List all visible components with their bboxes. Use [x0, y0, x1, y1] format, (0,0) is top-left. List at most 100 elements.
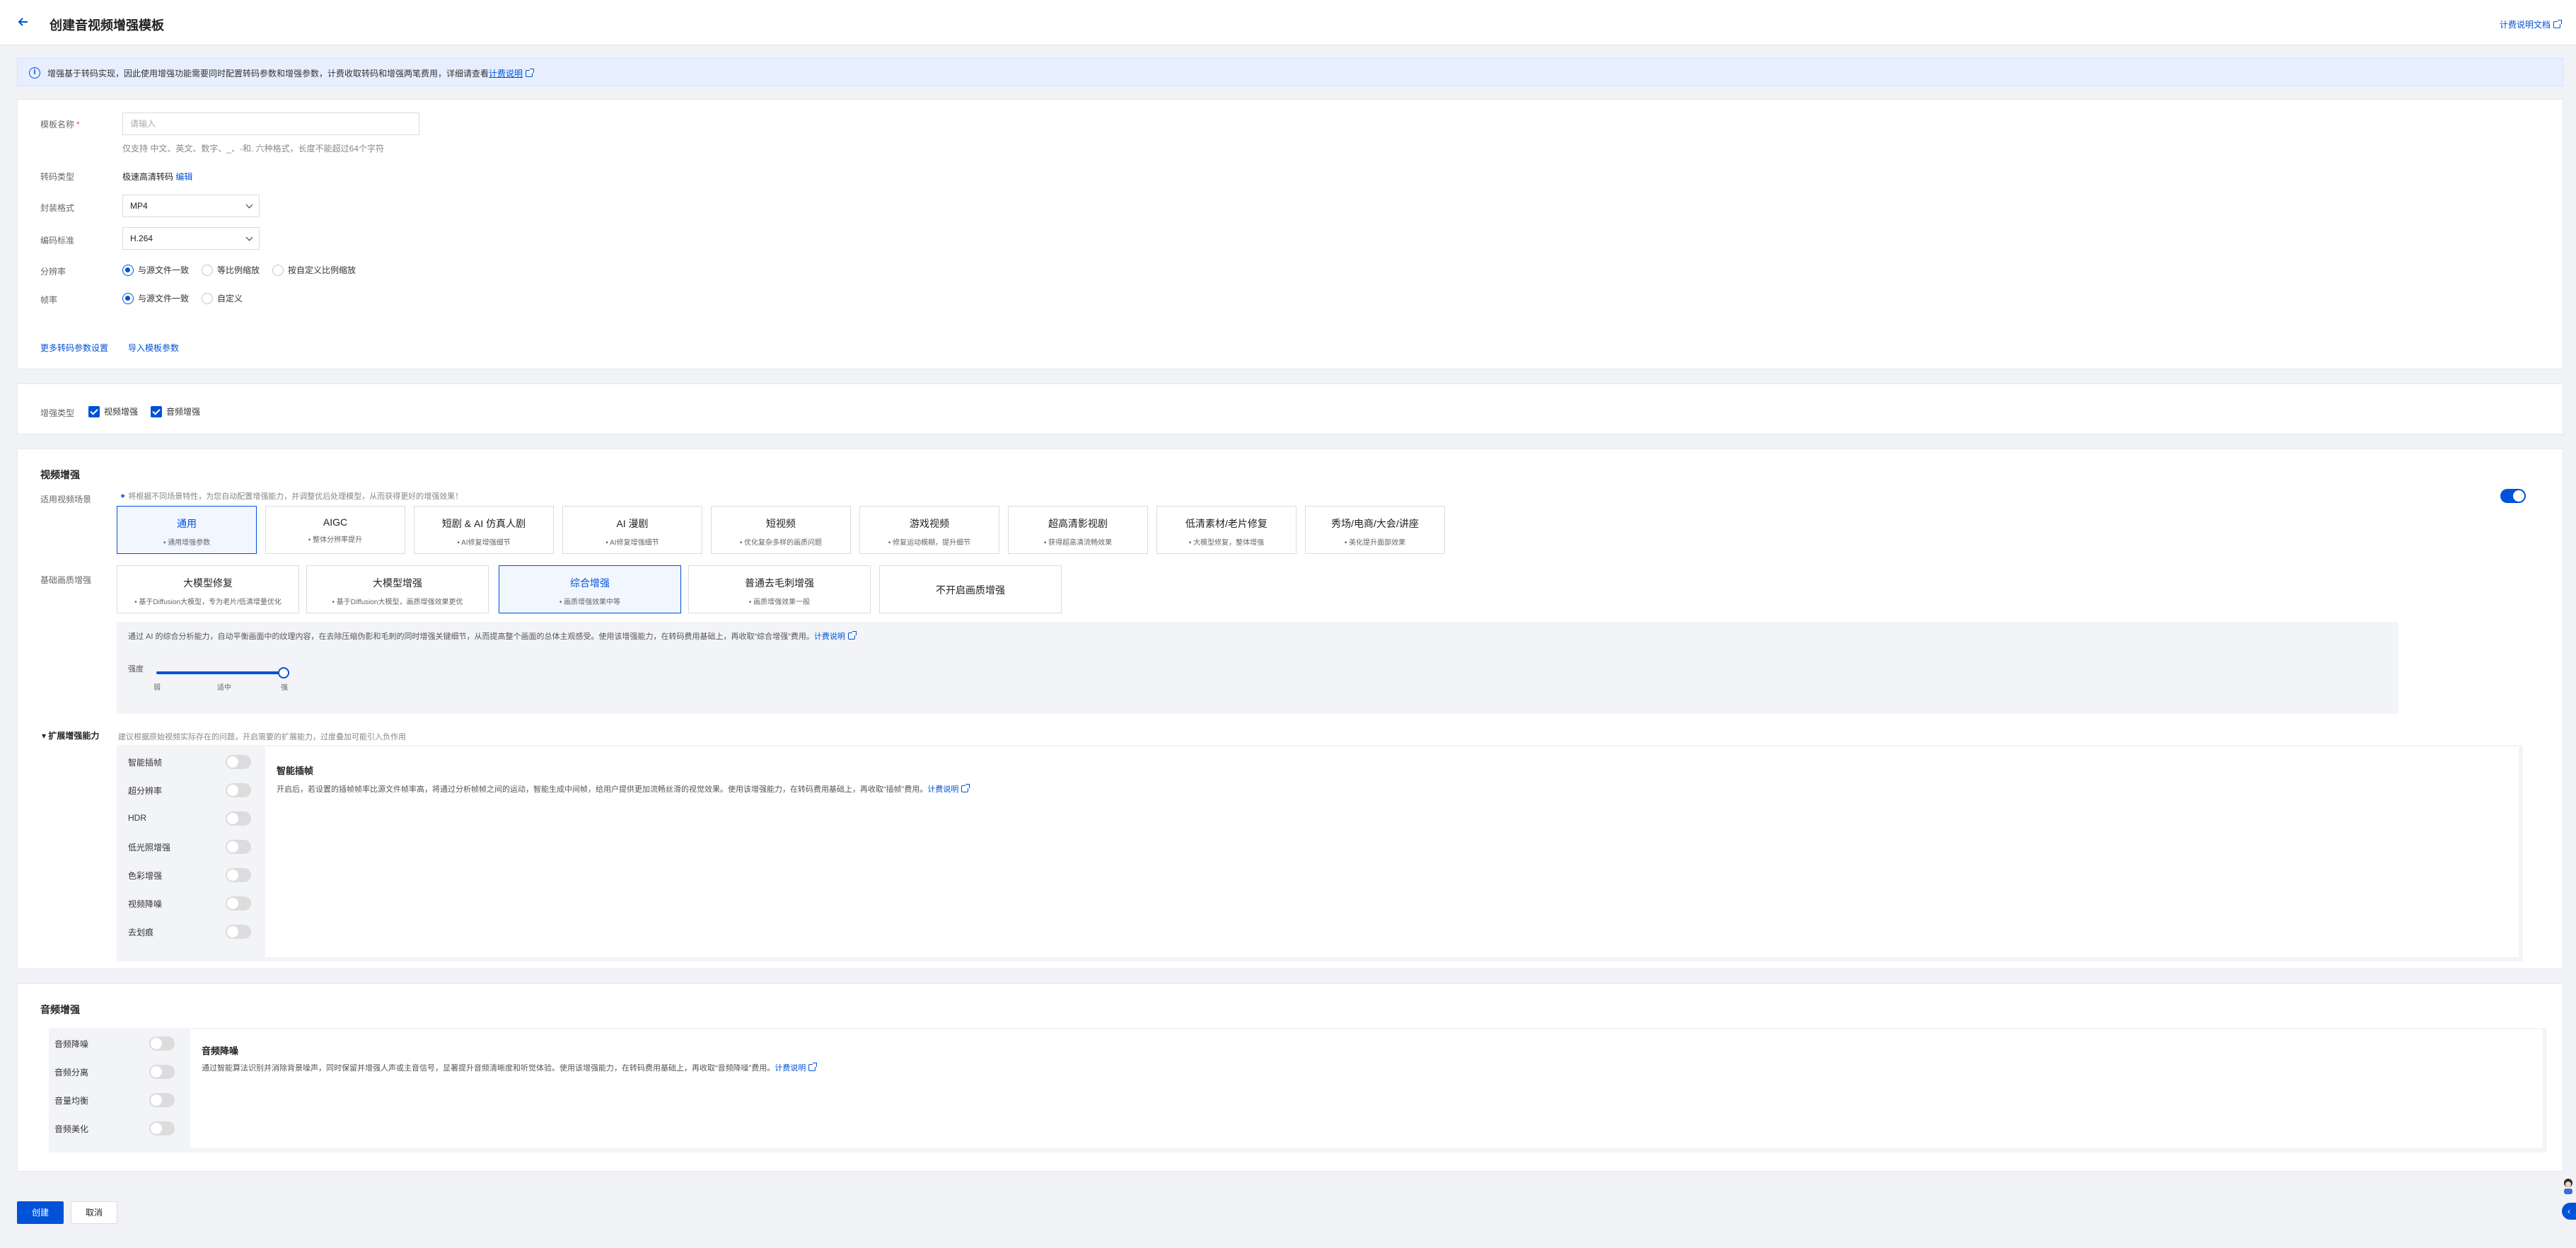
more-transcode-settings-link[interactable]: 更多转码参数设置	[40, 342, 108, 354]
scene-card-show[interactable]: 秀场/电商/大会/讲座 • 美化提升面部效果	[1305, 506, 1445, 554]
scene-desc: • 通用增强参数	[163, 539, 211, 547]
quality-card-deburr[interactable]: 普通去毛刺增强 • 画质增强效果一般	[688, 565, 871, 613]
scene-desc-text: 美化提升面部效果	[1349, 539, 1406, 547]
scene-card-general[interactable]: 通用 • 通用增强参数	[117, 506, 257, 554]
enhance-type-label: 增强类型	[40, 408, 75, 418]
ext-item-frame-interp: 智能插帧	[128, 758, 163, 768]
radio-label: 与源文件一致	[138, 265, 190, 275]
audio-item-beautify: 音频美化	[54, 1124, 89, 1134]
quality-card-off[interactable]: 不开启画质增强	[879, 565, 1062, 613]
collapse-side-panel-icon[interactable]: ‹	[2562, 1203, 2576, 1220]
cancel-button[interactable]: 取消	[71, 1201, 117, 1224]
framerate-option[interactable]: 自定义	[202, 292, 243, 304]
checkbox-checked-icon	[151, 405, 163, 417]
checkbox-checked-icon	[88, 405, 100, 417]
resolution-option[interactable]: 等比例缩放	[202, 264, 260, 276]
audio-toggle-balance[interactable]	[149, 1093, 175, 1107]
audio-detail-desc: 通过智能算法识别并消除背景噪声，同时保留并增强人声或主音信号，显著提升音频清晰度…	[202, 1064, 775, 1073]
audio-toggle-denoise[interactable]	[149, 1036, 175, 1051]
scene-name: 游戏视频	[910, 518, 949, 529]
scene-card-short-video[interactable]: 短视频 • 优化复杂多样的画质问题	[711, 506, 851, 554]
ext-item-low-light: 低光照增强	[128, 843, 171, 853]
quality-card-llm-enhance[interactable]: 大模型增强 • 基于Diffusion大模型，画质增强效果更优	[306, 565, 489, 613]
transcode-type-text: 极速高清转码	[122, 172, 174, 182]
scene-card-uhd[interactable]: 超高清影视剧 • 获得超高清流畅效果	[1008, 506, 1148, 554]
scene-card-short-drama[interactable]: 短剧 & AI 仿真人剧 • AI修复增强细节	[414, 506, 554, 554]
scene-card-game[interactable]: 游戏视频 • 修复运动模糊，提升细节	[859, 506, 999, 554]
quality-desc: • 基于Diffusion大模型，画质增强效果更优	[332, 599, 463, 606]
external-link-icon	[2553, 20, 2562, 28]
scene-desc: • 修复运动模糊，提升细节	[888, 539, 971, 547]
strength-slider-knob[interactable]	[278, 667, 289, 678]
transcode-type-value: 极速高清转码 编辑	[122, 171, 192, 183]
transcode-edit-link[interactable]: 编辑	[175, 172, 192, 182]
external-link-icon	[808, 1063, 818, 1071]
audio-toggle-beautify[interactable]	[149, 1121, 175, 1136]
scene-card-restore[interactable]: 低清素材/老片修复 • 大模型修复，整体增强	[1156, 506, 1296, 554]
quality-card-comprehensive[interactable]: 综合增强 • 画质增强效果中等	[499, 565, 681, 613]
radio-selected-icon	[122, 292, 134, 304]
resolution-option[interactable]: 与源文件一致	[122, 264, 189, 276]
scene-name: AIGC	[323, 516, 348, 528]
banner-billing-link[interactable]: 计费说明	[489, 69, 523, 79]
ext-title-text: 扩展增强能力	[48, 731, 100, 741]
quality-desc-text: 画质增强效果一般	[753, 599, 811, 606]
ext-billing-link[interactable]: 计费说明	[927, 785, 958, 794]
ext-title: ▾ 扩展增强能力	[42, 729, 99, 741]
chevron-down-icon	[245, 233, 253, 241]
scene-desc-text: AI修复增强细节	[610, 539, 659, 547]
quality-card-llm-restore[interactable]: 大模型修复 • 基于Diffusion大模型，专为老片/低清增量优化	[117, 565, 299, 613]
audio-billing-link[interactable]: 计费说明	[774, 1064, 806, 1073]
audio-toggle-separate[interactable]	[149, 1065, 175, 1079]
radio-icon	[272, 264, 284, 276]
strength-slider-track[interactable]	[156, 671, 284, 674]
template-name-hint: 仅支持 中文、英文、数字、_、-和. 六种格式，长度不能超过64个字符	[122, 144, 385, 154]
video-enhance-checkbox[interactable]: 视频增强	[88, 405, 138, 417]
audio-enhance-checkbox[interactable]: 音频增强	[151, 405, 200, 417]
billing-doc-link[interactable]: 计费说明文档	[2500, 18, 2562, 30]
framerate-radio-group: 与源文件一致 自定义	[122, 292, 243, 304]
ext-toggle-super-res[interactable]	[226, 783, 251, 797]
quality-billing-link[interactable]: 计费说明	[814, 632, 845, 641]
assistant-avatar-icon[interactable]	[2562, 1177, 2575, 1194]
strength-tick-high: 强	[281, 684, 288, 692]
template-name-input[interactable]: 请输入	[122, 112, 419, 135]
ext-toggle-color[interactable]	[226, 868, 251, 882]
ext-toggle-denoise[interactable]	[226, 896, 251, 911]
create-button[interactable]: 创建	[17, 1201, 64, 1224]
video-enhance-master-toggle[interactable]	[2500, 489, 2526, 503]
scene-card-aigc[interactable]: AIGC • 整体分辨率提升	[265, 506, 405, 554]
template-name-label-text: 模板名称	[40, 120, 75, 129]
audio-item-separate: 音频分离	[54, 1068, 89, 1077]
codec-select[interactable]: H.264	[122, 227, 260, 250]
ext-toggle-hdr[interactable]	[226, 811, 251, 826]
ext-detail-text: 开启后，若设置的插帧帧率比源文件帧率高，将通过分析帧帧之间的运动，智能生成中间帧…	[277, 783, 970, 795]
ext-toggle-low-light[interactable]	[226, 840, 251, 854]
audio-panel: 音频降噪 音频分离 音量均衡 音频美化 音频降噪 通过智能算法识别并消除背景噪声…	[49, 1028, 2547, 1152]
resolution-radio-group: 与源文件一致 等比例缩放 按自定义比例缩放	[122, 264, 356, 276]
page-header: 创建音视频增强模板 计费说明文档	[0, 0, 2576, 45]
quality-name: 普通去毛刺增强	[745, 577, 814, 589]
scene-desc: • AI修复增强细节	[605, 539, 659, 547]
ext-toggle-scratch[interactable]	[226, 925, 251, 939]
scene-name: AI 漫剧	[616, 518, 649, 529]
scene-desc-text: 通用增强参数	[168, 539, 211, 547]
import-params-link[interactable]: 导入模板参数	[128, 342, 179, 354]
resolution-option[interactable]: 按自定义比例缩放	[272, 264, 356, 276]
container-format-select[interactable]: MP4	[122, 195, 260, 217]
quality-detail-desc: 通过 AI 的综合分析能力，自动平衡画面中的纹理内容，在去除压缩伪影和毛刺的同时…	[128, 632, 814, 641]
scene-desc-text: AI修复增强细节	[461, 539, 511, 547]
quality-desc: • 画质增强效果一般	[748, 599, 811, 606]
audio-enhance-title: 音频增强	[40, 1004, 80, 1015]
resolution-label: 分辨率	[40, 267, 66, 277]
codec-label: 编码标准	[40, 236, 75, 245]
enhance-type-card: 增强类型 视频增强 音频增强	[17, 383, 2563, 434]
scene-card-ai-comic[interactable]: AI 漫剧 • AI修复增强细节	[562, 506, 702, 554]
ext-toggle-frame-interp[interactable]	[226, 755, 251, 769]
framerate-option[interactable]: 与源文件一致	[122, 292, 189, 304]
collapse-icon[interactable]: ▾	[42, 731, 46, 741]
ext-detail-desc: 开启后，若设置的插帧帧率比源文件帧率高，将通过分析帧帧之间的运动，智能生成中间帧…	[277, 785, 928, 794]
banner-message: 增强基于转码实现，因此使用增强功能需要同时配置转码参数和增强参数，计费收取转码和…	[47, 69, 489, 79]
back-arrow-icon[interactable]	[16, 14, 31, 30]
scene-desc: • 美化提升面部效果	[1344, 539, 1406, 547]
